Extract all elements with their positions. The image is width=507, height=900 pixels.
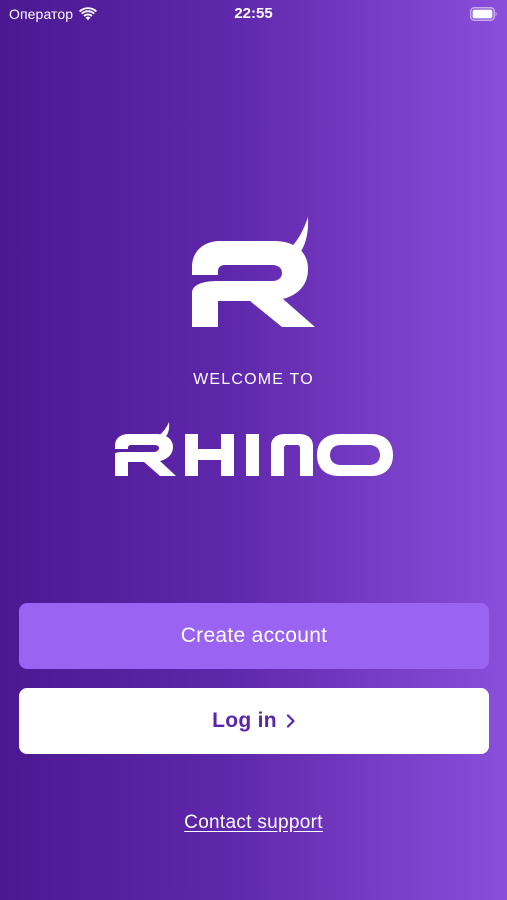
contact-support-link[interactable]: Contact support — [0, 812, 507, 834]
welcome-heading: WELCOME TO — [193, 371, 314, 388]
rhino-wordmark-logo — [115, 422, 393, 476]
battery-icon — [470, 7, 497, 21]
create-account-label: Create account — [180, 624, 328, 647]
create-account-button[interactable]: Create account — [19, 603, 489, 669]
rhino-r-logo-icon — [192, 217, 315, 327]
status-time: 22:55 — [234, 5, 273, 22]
log-in-label: Log in — [212, 709, 277, 732]
status-bar: Оператор 22:55 — [0, 0, 507, 30]
welcome-screen: Оператор 22:55 WELCOME TO Create account… — [0, 0, 507, 900]
log-in-button[interactable]: Log in — [19, 688, 489, 754]
chevron-right-icon — [286, 714, 295, 728]
